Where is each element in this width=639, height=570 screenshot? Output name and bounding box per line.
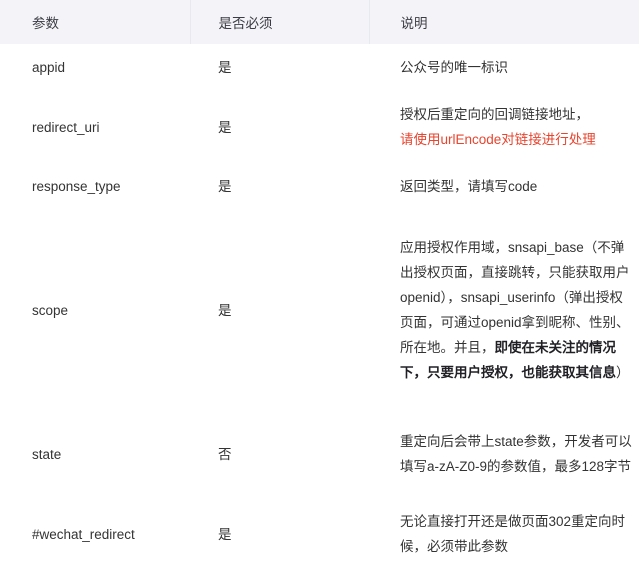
table-row: #wechat_redirect 是 无论直接打开还是做页面302重定向时候，必… (0, 498, 639, 570)
description-text: 授权后重定向的回调链接地址， (400, 107, 589, 122)
table-header: 参数 是否必须 说明 (0, 0, 639, 44)
cell-description: 无论直接打开还是做页面302重定向时候，必须带此参数 (369, 498, 639, 570)
cell-description: 重定向后会带上state参数，开发者可以填写a-zA-Z0-9的参数值，最多12… (369, 410, 639, 498)
cell-param-name: redirect_uri (0, 91, 190, 163)
column-header-required: 是否必须 (190, 0, 370, 44)
cell-description: 返回类型，请填写code (369, 163, 639, 210)
cell-description: 应用授权作用域，snsapi_base（不弹出授权页面，直接跳转，只能获取用户o… (369, 210, 639, 410)
cell-description: 公众号的唯一标识 (369, 44, 639, 91)
cell-required: 是 (190, 44, 369, 91)
table-row: appid 是 公众号的唯一标识 (0, 44, 639, 91)
cell-required: 是 (190, 163, 369, 210)
cell-description: 授权后重定向的回调链接地址， 请使用urlEncode对链接进行处理 (369, 91, 639, 163)
table-body: appid 是 公众号的唯一标识 redirect_uri 是 授权后重定向的回… (0, 44, 639, 570)
description-text: 返回类型，请填写code (400, 179, 538, 194)
cell-param-name: scope (0, 210, 190, 410)
cell-param-name: response_type (0, 163, 190, 210)
description-text: 公众号的唯一标识 (400, 60, 508, 75)
table-row: redirect_uri 是 授权后重定向的回调链接地址， 请使用urlEncod… (0, 91, 639, 163)
cell-required: 否 (190, 410, 369, 498)
table-row: scope 是 应用授权作用域，snsapi_base（不弹出授权页面，直接跳转… (0, 210, 639, 410)
cell-param-name: #wechat_redirect (0, 498, 190, 570)
description-text: 无论直接打开还是做页面302重定向时候，必须带此参数 (400, 514, 626, 554)
table-header-row: 参数 是否必须 说明 (0, 0, 639, 44)
cell-param-name: state (0, 410, 190, 498)
description-text-tail: ） (616, 365, 630, 380)
oauth-parameters-table: 参数 是否必须 说明 appid 是 公众号的唯一标识 redirect_uri… (0, 0, 639, 570)
table-row: state 否 重定向后会带上state参数，开发者可以填写a-zA-Z0-9的… (0, 410, 639, 498)
cell-required: 是 (190, 210, 369, 410)
column-header-param: 参数 (0, 0, 191, 44)
description-text: 重定向后会带上state参数，开发者可以填写a-zA-Z0-9的参数值，最多12… (400, 434, 632, 474)
table-row: response_type 是 返回类型，请填写code (0, 163, 639, 210)
description-warning-text: 请使用urlEncode对链接进行处理 (400, 132, 596, 147)
column-header-description: 说明 (369, 0, 639, 44)
cell-param-name: appid (0, 44, 190, 91)
description-text: 应用授权作用域，snsapi_base（不弹出授权页面，直接跳转，只能获取用户o… (400, 240, 630, 355)
cell-required: 是 (190, 91, 369, 163)
cell-required: 是 (190, 498, 369, 570)
